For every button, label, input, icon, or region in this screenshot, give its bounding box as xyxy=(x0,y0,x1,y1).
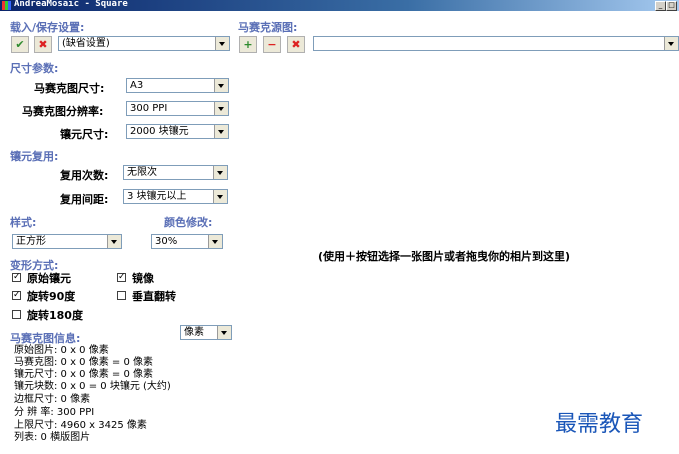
rotate-90-label: 旋转90度 xyxy=(27,290,76,303)
style-heading: 样式: xyxy=(10,216,37,229)
preset-select[interactable]: (缺省设置) xyxy=(58,36,230,51)
info-list: 列表: 0 横版图片 xyxy=(14,432,91,443)
info-max-size: 上限尺寸: 4960 x 3425 像素 xyxy=(14,420,147,431)
mirror-label: 镜像 xyxy=(132,272,154,285)
reuse-count-select[interactable]: 无限次 xyxy=(123,165,228,180)
tile-size-label: 镶元尺寸: xyxy=(60,128,109,141)
size-params-heading: 尺寸参数: xyxy=(10,62,59,75)
maximize-button[interactable]: □ xyxy=(666,1,677,11)
chevron-down-icon xyxy=(664,37,678,50)
chevron-down-icon xyxy=(208,235,222,248)
load-save-heading: 载入/保存设置: xyxy=(10,21,85,34)
watermark-text: 最需教育 xyxy=(555,412,644,437)
delete-preset-button[interactable]: ✖ xyxy=(34,36,52,53)
info-original-image: 原始图片: 0 x 0 像素 xyxy=(14,345,109,356)
color-mod-heading: 颜色修改: xyxy=(164,216,213,229)
app-icon xyxy=(2,1,11,10)
mirror-checkbox[interactable]: ✓ xyxy=(117,273,126,282)
rotate-90-checkbox[interactable]: ✓ xyxy=(12,291,21,300)
reuse-distance-label: 复用间距: xyxy=(60,193,109,206)
chevron-down-icon xyxy=(217,326,231,339)
info-tile-size: 镶元尺寸: 0 x 0 像素 = 0 像素 xyxy=(14,369,154,380)
close-icon: ✖ xyxy=(38,38,48,51)
resolution-select[interactable]: 300 PPI xyxy=(126,101,229,116)
reuse-count-label: 复用次数: xyxy=(60,169,109,182)
chevron-down-icon xyxy=(214,102,228,115)
tile-size-select[interactable]: 2000 块镶元 xyxy=(126,124,229,139)
chevron-down-icon xyxy=(213,190,227,203)
remove-image-button[interactable]: − xyxy=(263,36,281,53)
drop-hint-text: (使用＋按钮选择一张图片或者拖曳你的相片到这里) xyxy=(318,250,571,263)
info-tile-count: 镶元块数: 0 x 0 = 0 块镶元 (大约) xyxy=(14,381,171,392)
tile-reuse-heading: 镶元复用: xyxy=(10,150,59,163)
confirm-preset-button[interactable]: ✔ xyxy=(11,36,29,53)
mosaic-info-heading: 马赛克图信息: xyxy=(10,332,81,345)
check-icon: ✔ xyxy=(15,38,25,51)
resolution-label: 马赛克图分辨率: xyxy=(22,105,104,118)
window-title: AndreaMosaic - Square xyxy=(14,0,128,9)
info-border-size: 边框尺寸: 0 像素 xyxy=(14,394,91,405)
source-path-select[interactable] xyxy=(313,36,679,51)
style-select[interactable]: 正方形 xyxy=(12,234,122,249)
close-icon: ✖ xyxy=(291,38,301,51)
info-resolution: 分 辨 率: 300 PPI xyxy=(14,407,95,418)
chevron-down-icon xyxy=(215,37,229,50)
original-tile-label: 原始镶元 xyxy=(27,272,71,285)
unit-select[interactable]: 像素 xyxy=(180,325,232,340)
chevron-down-icon xyxy=(107,235,121,248)
mosaic-size-select[interactable]: A3 xyxy=(126,78,229,93)
original-tile-checkbox[interactable]: ✓ xyxy=(12,273,21,282)
vertical-flip-label: 垂直翻转 xyxy=(132,290,176,303)
chevron-down-icon xyxy=(214,125,228,138)
reuse-distance-select[interactable]: 3 块镶元以上 xyxy=(123,189,228,204)
info-mosaic-image: 马赛克图: 0 x 0 像素 = 0 像素 xyxy=(14,357,154,368)
rotate-180-checkbox[interactable] xyxy=(12,310,21,319)
chevron-down-icon xyxy=(213,166,227,179)
chevron-down-icon xyxy=(214,79,228,92)
source-heading: 马赛克源图: xyxy=(238,21,298,34)
mosaic-size-label: 马赛克图尺寸: xyxy=(34,82,105,95)
plus-icon: + xyxy=(243,38,253,51)
rotate-180-label: 旋转180度 xyxy=(27,309,83,322)
minus-icon: − xyxy=(267,38,277,51)
minimize-button[interactable]: _ xyxy=(655,1,666,11)
color-mod-select[interactable]: 30% xyxy=(151,234,223,249)
clear-image-button[interactable]: ✖ xyxy=(287,36,305,53)
add-image-button[interactable]: + xyxy=(239,36,257,53)
vertical-flip-checkbox[interactable] xyxy=(117,291,126,300)
